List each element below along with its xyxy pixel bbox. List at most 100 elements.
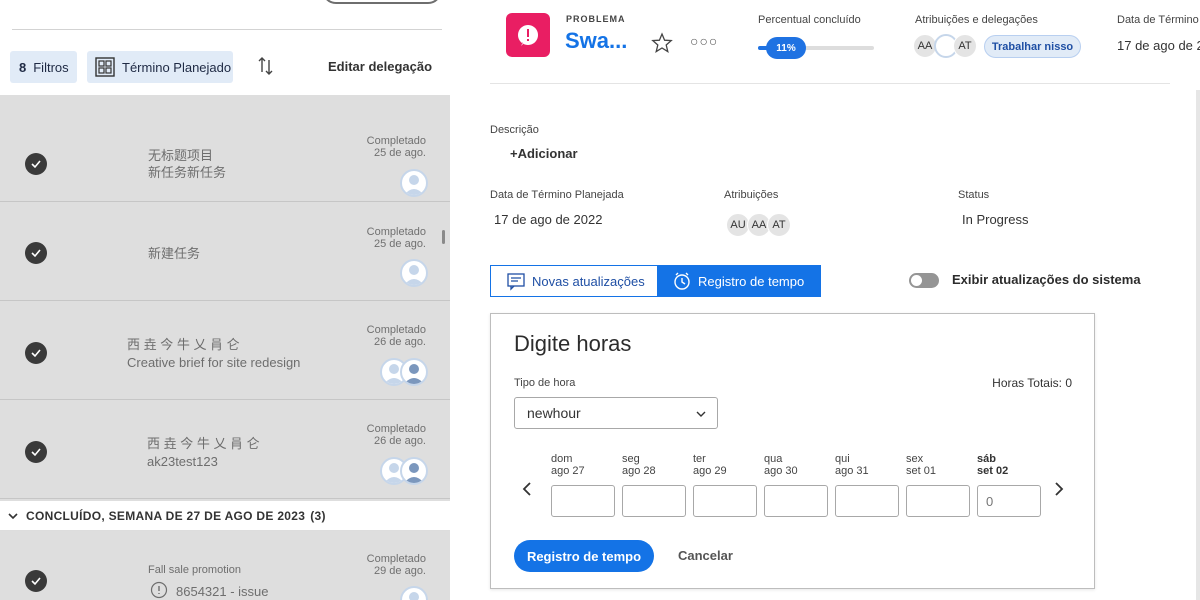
status-text: Completado [366,553,426,565]
tab-time-log[interactable]: Registro de tempo [657,265,821,297]
assignments-label: Atribuições [724,189,779,201]
status-value[interactable]: In Progress [962,212,1028,227]
avatar [400,586,428,600]
scrollbar[interactable] [442,230,445,244]
issue-icon [506,13,550,57]
group-count: (3) [310,508,326,523]
status-date: 29 de ago. [374,565,426,577]
planned-end-label: Término Planejado [122,59,232,75]
day-date: ago 27 [551,465,585,477]
card-title: Digite horas [514,331,632,356]
end-date-value[interactable]: 17 de ago de 20 [1117,38,1200,53]
day-date: ago 29 [693,465,727,477]
cancel-button[interactable]: Cancelar [678,548,733,563]
chevron-down-icon [696,411,706,417]
list-item[interactable]: Fall sale promotion 8654321 - issue Comp… [0,532,450,600]
day-name: dom [551,453,573,465]
hours-input[interactable] [622,485,686,517]
issue-title[interactable]: Swa... [565,28,627,54]
list-item[interactable]: 西 垚 今 牛 乂 肙 仑 ak23test123 Completado 26 … [0,401,450,499]
day-name: seg [622,453,640,465]
hours-input[interactable] [906,485,970,517]
day-name: ter [693,453,706,465]
hour-type-label: Tipo de hora [514,377,576,389]
item-subtitle: 新任务新任务 [148,165,227,180]
chevron-left-icon[interactable] [520,482,534,496]
divider [490,83,1170,84]
end-date-label: Data de Término [1117,14,1199,26]
check-circle-icon [25,441,47,463]
item-title: 西 垚 今 牛 乂 肙 仑 [127,337,240,352]
filters-label: Filtros [33,59,69,75]
day-column: sáb set 02 [977,453,1041,477]
avatar [400,358,428,386]
day-date: set 02 [977,465,1009,477]
time-entry-card: Digite horas Tipo de hora Horas Totais: … [490,313,1095,589]
day-name: qua [764,453,783,465]
hours-input[interactable] [764,485,828,517]
day-name: sáb [977,453,996,465]
clock-icon [674,272,690,290]
day-date: ago 30 [764,465,798,477]
add-description-link[interactable]: +Adicionar [510,146,578,161]
status-date: 25 de ago. [374,147,426,159]
work-on-it-button[interactable]: Trabalhar nisso [984,35,1081,58]
top-pill-button[interactable] [322,0,442,4]
day-column: dom ago 27 [551,453,615,477]
item-title: 新建任务 [148,246,201,261]
percent-label: Percentual concluído [758,14,861,26]
item-status: Completado 25 de ago. [367,135,426,159]
tab-updates-label: Novas atualizações [532,273,645,289]
hour-type-select[interactable]: newhour [514,397,718,429]
chevron-right-icon[interactable] [1052,482,1066,496]
chevron-down-icon [8,512,18,519]
task-list-panel: 8 Filtros Término Planejado Editar deleg… [0,0,450,600]
check-circle-icon [25,342,47,364]
system-updates-toggle[interactable] [909,273,939,288]
item-subtitle: Creative brief for site redesign [127,355,301,370]
scrollbar[interactable] [1196,90,1200,600]
list-toolbar: 8 Filtros Término Planejado Editar deleg… [0,51,450,84]
issue-bubble-icon [150,581,168,599]
list-item[interactable]: 新建任务 Completado 25 de ago. [0,203,450,301]
status-date: 26 de ago. [374,336,426,348]
hours-input[interactable] [835,485,899,517]
check-circle-icon [25,153,47,175]
toggle-knob [911,275,922,286]
avatar [400,169,428,197]
assign-label: Atribuições e delegações [915,14,1038,26]
divider [12,29,442,30]
planned-end-value[interactable]: 17 de ago de 2022 [494,212,602,227]
avatar[interactable]: AT [953,34,977,58]
comment-icon [507,273,525,291]
planned-end-group-button[interactable]: Término Planejado [87,51,233,83]
avatar[interactable]: AT [767,213,791,237]
filters-button[interactable]: 8 Filtros [10,51,77,83]
day-name: qui [835,453,850,465]
sort-icon[interactable] [256,55,276,77]
more-options-icon[interactable]: ○○○ [690,33,718,49]
group-header[interactable]: CONCLUÍDO, SEMANA DE 27 DE AGO DE 2023 (… [0,501,450,531]
day-date: set 01 [906,465,936,477]
tab-updates[interactable]: Novas atualizações [490,265,658,297]
list-item[interactable]: 无标题项目 新任务新任务 Completado 25 de ago. [0,104,450,202]
check-circle-icon [25,570,47,592]
tab-time-log-label: Registro de tempo [698,273,805,289]
item-status: Completado 25 de ago. [367,226,426,250]
total-hours: Horas Totais: 0 [992,376,1072,390]
day-column: ter ago 29 [693,453,757,477]
status-label: Status [958,189,990,201]
list-item[interactable]: 西 垚 今 牛 乂 肙 仑 Creative brief for site re… [0,302,450,400]
item-status: Completado 26 de ago. [367,324,426,348]
hours-input[interactable] [551,485,615,517]
hours-input[interactable] [693,485,757,517]
hours-input[interactable] [977,485,1041,517]
day-date: ago 28 [622,465,656,477]
star-icon[interactable] [651,32,673,54]
day-date: ago 31 [835,465,869,477]
item-title: 无标题项目 [148,148,214,163]
edit-delegation-link[interactable]: Editar delegação [328,59,432,74]
log-time-button[interactable]: Registro de tempo [514,540,654,572]
status-date: 26 de ago. [374,435,426,447]
filters-count: 8 [19,59,27,75]
